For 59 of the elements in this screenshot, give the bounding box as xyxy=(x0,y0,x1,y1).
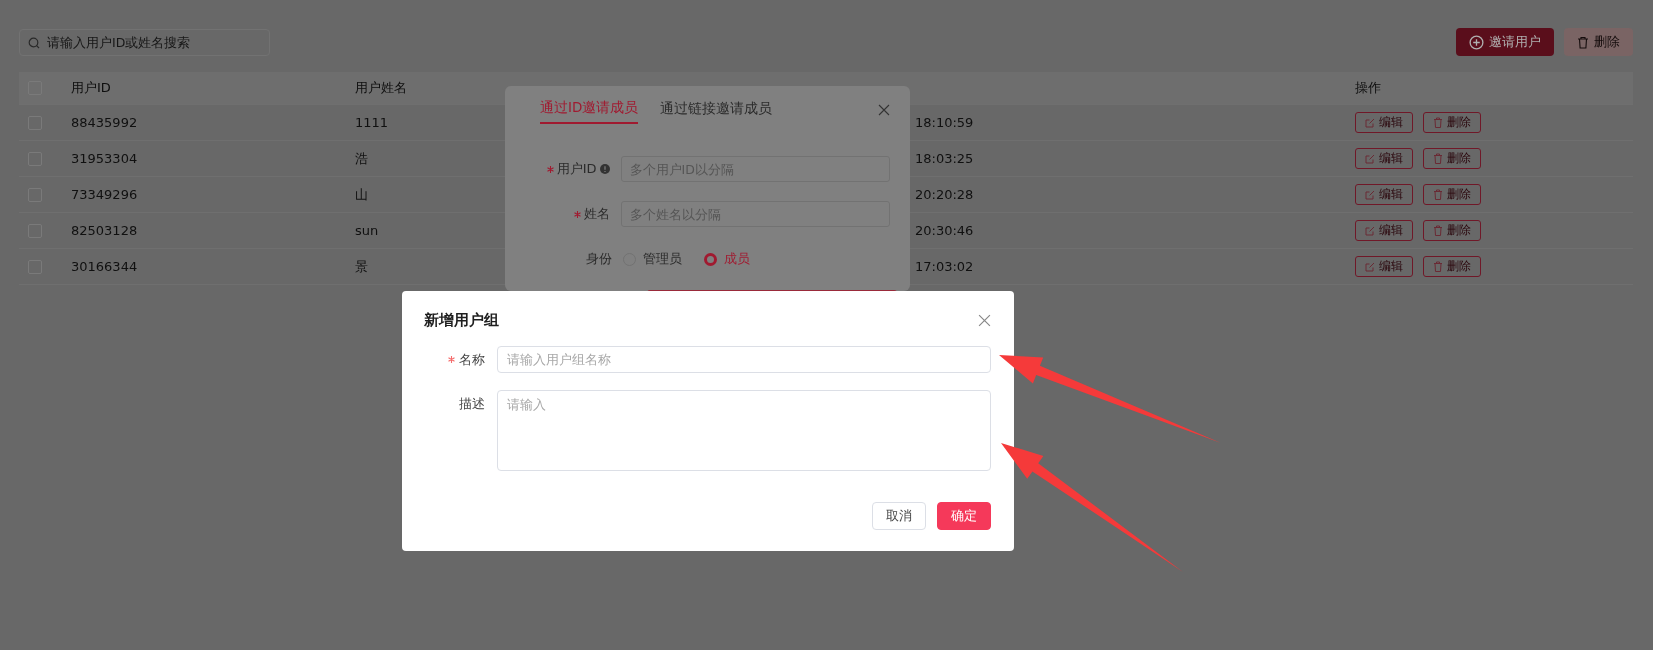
column-header: 用户ID xyxy=(71,80,111,95)
close-icon[interactable] xyxy=(978,313,991,327)
search-icon xyxy=(28,36,40,49)
table-cell: 20:30:46 xyxy=(915,223,974,238)
field-label: 描述 xyxy=(459,394,485,413)
trash-icon xyxy=(1577,35,1589,49)
confirm-button[interactable]: 确定 xyxy=(937,502,991,530)
edit-button[interactable]: 编辑 xyxy=(1355,256,1413,277)
table-cell: 浩 xyxy=(355,150,368,166)
table-cell: 17:03:02 xyxy=(915,259,974,274)
edit-icon xyxy=(1365,117,1375,128)
table-cell: 1111 xyxy=(355,115,389,130)
table-cell: 30166344 xyxy=(71,259,138,274)
trash-icon xyxy=(1433,189,1443,200)
tab[interactable]: 通过ID邀请成员 xyxy=(540,96,639,124)
edit-button[interactable]: 编辑 xyxy=(1355,220,1413,241)
edit-icon xyxy=(1365,189,1375,200)
trash-icon xyxy=(1433,117,1443,128)
table-cell: 20:20:28 xyxy=(915,187,974,202)
field-label: 身份 xyxy=(586,250,612,268)
field-label: 姓名 xyxy=(583,205,610,223)
radio-button[interactable] xyxy=(704,252,717,266)
table-cell: 景 xyxy=(355,258,368,274)
table-cell: 31953304 xyxy=(71,151,138,166)
table-cell: 82503128 xyxy=(71,223,138,238)
search-field[interactable]: 请输入用户ID或姓名搜索 xyxy=(19,28,270,56)
trash-icon xyxy=(1433,261,1443,272)
edit-button[interactable]: 编辑 xyxy=(1355,184,1413,205)
edit-icon xyxy=(1365,153,1375,164)
invite-button[interactable]: 邀请用户 xyxy=(1456,28,1554,56)
trash-icon xyxy=(1433,225,1443,236)
column-header: 用户姓名 xyxy=(355,80,407,95)
cancel-button[interactable]: 取消 xyxy=(872,502,926,530)
field-label: 名称 xyxy=(459,350,485,369)
trash-icon xyxy=(1433,153,1443,164)
column-header: 操作 xyxy=(1355,79,1381,97)
edit-button[interactable]: 编辑 xyxy=(1355,148,1413,169)
radio-label[interactable]: 管理员 xyxy=(643,250,682,268)
table-cell: 山 xyxy=(355,186,368,202)
tab[interactable]: 通过链接邀请成员 xyxy=(660,96,773,124)
delete-button[interactable]: 删除 xyxy=(1423,148,1481,169)
radio-label[interactable]: 成员 xyxy=(724,250,750,268)
table-cell: sun xyxy=(355,223,379,238)
edit-icon xyxy=(1365,225,1375,236)
delete-button[interactable]: 删除 xyxy=(1423,256,1481,277)
table-cell: 18:03:25 xyxy=(915,151,974,166)
edit-button[interactable]: 编辑 xyxy=(1355,112,1413,133)
table-cell: 73349296 xyxy=(71,187,138,202)
table-cell: 18:10:59 xyxy=(915,115,974,130)
dialog-title: 新增用户组 xyxy=(424,310,499,330)
delete-button[interactable]: 删除 xyxy=(1423,220,1481,241)
text-area[interactable]: 请输入 xyxy=(497,390,991,471)
edit-icon xyxy=(1365,261,1375,272)
plus-circle-icon xyxy=(1469,34,1484,50)
table-cell: 88435992 xyxy=(71,115,138,130)
delete-button[interactable]: 删除 xyxy=(1423,112,1481,133)
close-icon[interactable] xyxy=(878,104,890,116)
field-label: 用户ID xyxy=(556,160,597,178)
delete-button[interactable]: 删除 xyxy=(1423,184,1481,205)
